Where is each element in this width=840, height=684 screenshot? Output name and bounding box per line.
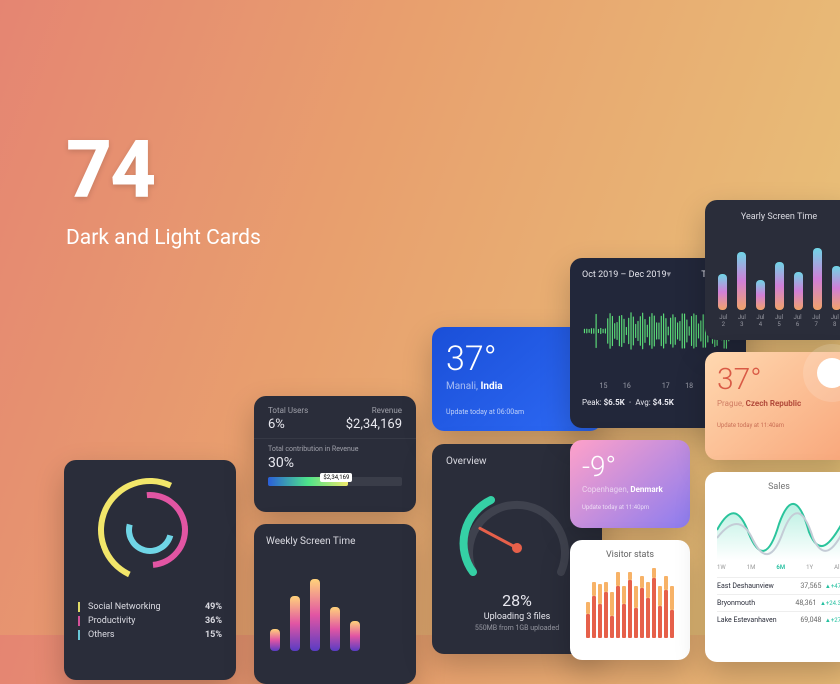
bar [610, 592, 614, 638]
bar [756, 280, 765, 310]
bar [634, 586, 638, 638]
bar [592, 582, 596, 638]
hero-number: 74 [66, 130, 261, 210]
contrib-badge: $2,34,169 [320, 473, 352, 482]
sales-ranges[interactable]: 1W 1M 6M 1Y All [717, 564, 840, 571]
bar [718, 274, 727, 310]
bar [813, 248, 822, 310]
legend-row: Social Networking49% [64, 600, 236, 614]
sales-row: Bryonmouth48,361 ▲+24.3 [717, 594, 840, 611]
bar [270, 629, 280, 651]
prague-location: Prague, Czech Republic [717, 399, 840, 408]
hero: 74 Dark and Light Cards [66, 130, 261, 250]
donut-chart [64, 460, 236, 600]
total-users-value: 6% [268, 417, 308, 432]
sales-row: Lake Estevanhaven69,048 ▲+27 [717, 611, 840, 628]
legend-row: Productivity36% [64, 614, 236, 628]
bar [658, 586, 662, 638]
overview-uploaded: 550MB from 1GB uploaded [446, 624, 588, 632]
cold-location: Copenhagen, Denmark [582, 485, 678, 494]
hero-subtitle: Dark and Light Cards [66, 226, 261, 250]
bar [628, 572, 632, 638]
visitor-title: Visitor stats [580, 550, 680, 560]
gauge [446, 473, 588, 589]
card-weather-prague: 37° Prague, Czech Republic Update today … [705, 352, 840, 460]
cold-temp: -9° [582, 450, 678, 483]
range-tab[interactable]: All [834, 564, 840, 571]
bar [604, 582, 608, 638]
card-revenue: Total Users 6% Revenue $2,34,169 Total c… [254, 396, 416, 512]
contrib-label: Total contribution in Revenue [268, 445, 402, 453]
total-users-label: Total Users [268, 406, 308, 415]
bar [652, 568, 656, 638]
legend-row: Others15% [64, 628, 236, 642]
bar [598, 584, 602, 638]
card-weekly-screen-time: Weekly Screen Time [254, 524, 416, 684]
contrib-pct: 30% [268, 455, 402, 471]
bar [290, 596, 300, 651]
revenue-label: Revenue [346, 406, 402, 415]
bar [640, 576, 644, 638]
bar [664, 576, 668, 638]
bar [670, 586, 674, 638]
weather-updated: Update today at 06:00am [446, 408, 588, 416]
bar [586, 602, 590, 638]
prague-temp: 37° [717, 362, 840, 397]
bar [737, 252, 746, 310]
bar [775, 262, 784, 310]
overview-title: Overview [446, 456, 588, 467]
weather-location: Manali, India [446, 381, 503, 392]
bar [616, 572, 620, 638]
range-tab[interactable]: 1W [717, 564, 726, 571]
bar [794, 272, 803, 310]
range-tab[interactable]: 1M [747, 564, 756, 571]
overview-uploading: Uploading 3 files [446, 612, 588, 622]
yearly-bars [717, 230, 840, 310]
sales-chart [717, 498, 840, 560]
weekly-bars [266, 561, 404, 651]
card-visitor-stats: Visitor stats [570, 540, 690, 660]
card-activity-donut: Social Networking49%Productivity36%Other… [64, 460, 236, 680]
weekly-title: Weekly Screen Time [266, 536, 404, 547]
bar [330, 607, 340, 651]
cold-updated: Update today at 11:40pm [582, 504, 678, 511]
card-sales: Sales 1W 1M 6M 1Y All East Deshaunview37,565… [705, 472, 840, 662]
contrib-bar: $2,34,169 [268, 477, 402, 486]
bar [832, 266, 840, 310]
bar [350, 621, 360, 651]
bar [646, 582, 650, 638]
weather-temp: 37° [446, 339, 503, 379]
wave-range[interactable]: Oct 2019 – Dec 2019 [582, 270, 667, 280]
bar [622, 586, 626, 638]
range-tab[interactable]: 6M [776, 564, 785, 571]
bar [310, 579, 320, 651]
revenue-value: $2,34,169 [346, 417, 402, 432]
range-tab[interactable]: 1Y [806, 564, 813, 571]
yearly-labels: Jul 2Jul 3Jul 4Jul 5Jul 6Jul 7Jul 8 [717, 314, 840, 328]
visitor-bars [580, 568, 680, 638]
sales-title: Sales [717, 482, 840, 492]
overview-pct: 28% [446, 591, 588, 610]
prague-updated: Update today at 11:40am [717, 422, 840, 429]
card-yearly-screen-time: Yearly Screen Time Jul 2Jul 3Jul 4Jul 5J… [705, 200, 840, 340]
sales-row: East Deshaunview37,565 ▲+47 [717, 577, 840, 594]
yearly-title: Yearly Screen Time [717, 212, 840, 222]
card-weather-copenhagen: -9° Copenhagen, Denmark Update today at … [570, 440, 690, 528]
